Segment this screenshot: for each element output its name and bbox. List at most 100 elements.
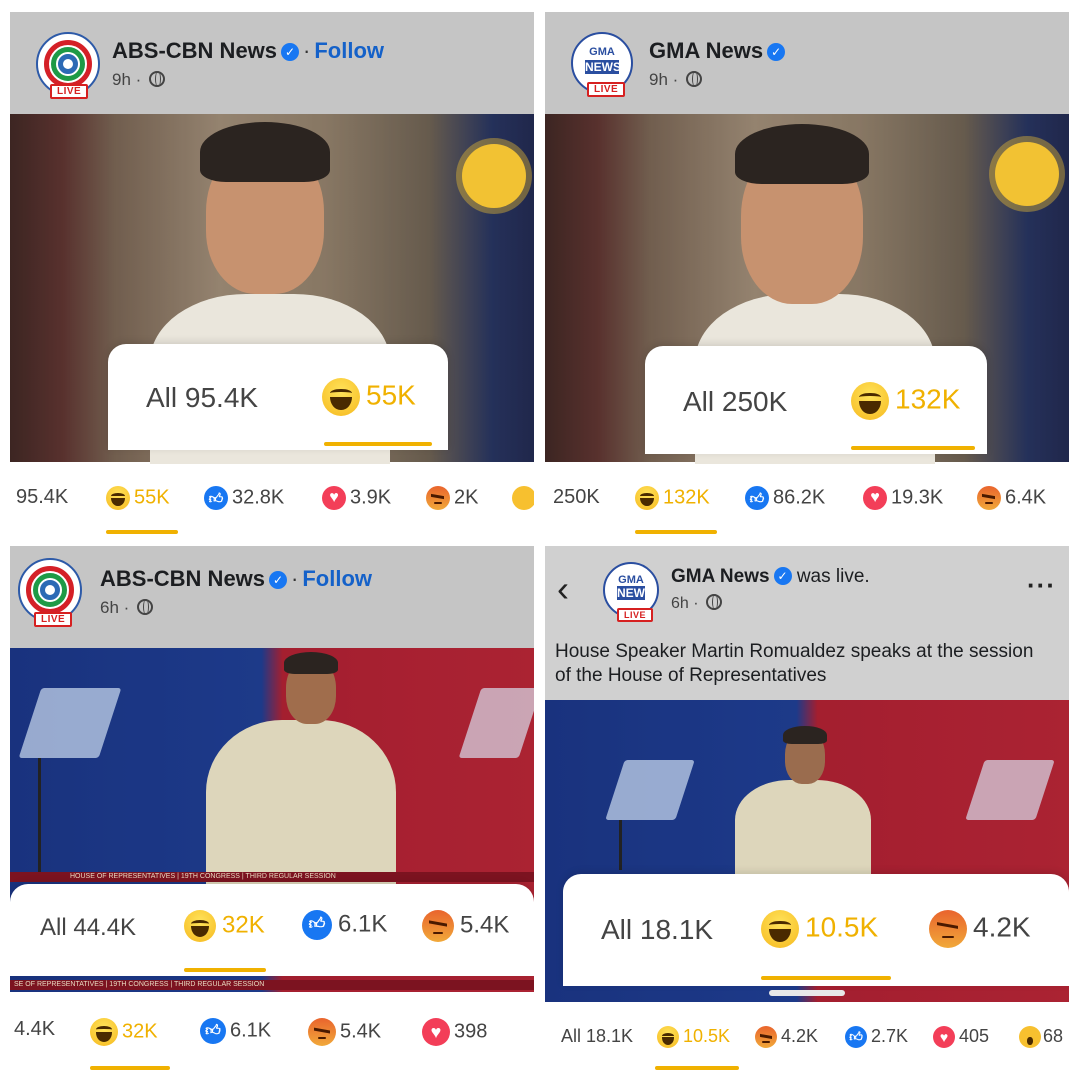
angry-count: 4.2K (781, 1026, 819, 1046)
haha-icon (761, 910, 799, 948)
reaction-haha[interactable]: 10.5K (657, 1026, 731, 1049)
reaction-love[interactable]: 3.9K (322, 486, 391, 510)
selected-tab-underline (655, 1066, 739, 1070)
reaction-tab-all[interactable]: All 250K (683, 386, 787, 418)
post-header: ‹ GMA NEWS LIVE GMA News ✓ was live. 6h ·… (545, 546, 1069, 700)
reaction-tab-angry[interactable]: 5.4K (422, 910, 509, 942)
reaction-angry[interactable]: 4.2K (755, 1026, 819, 1049)
haha-count: 10.5K (805, 911, 879, 943)
page-name[interactable]: GMA News ✓ (649, 38, 786, 64)
reaction-tab-haha[interactable]: 10.5K (761, 910, 878, 948)
reaction-love[interactable]: 405 (933, 1026, 989, 1049)
angry-icon (977, 486, 1001, 510)
post-time[interactable]: 9h (649, 70, 668, 89)
page-name[interactable]: GMA News ✓ was live. (671, 566, 870, 588)
reaction-tab-haha[interactable]: 132K (851, 382, 960, 420)
live-badge: LIVE (34, 612, 73, 627)
reaction-summary-card: All 250K 132K (645, 346, 987, 454)
reaction-tab-haha[interactable]: 55K (322, 378, 416, 416)
haha-count: 55K (366, 379, 416, 411)
logo-text: NEWS (617, 586, 653, 600)
reaction-like[interactable]: 👍︎ 32.8K (204, 486, 284, 510)
page-name[interactable]: ABS-CBN News ✓ · Follow (100, 566, 372, 592)
reaction-tab-all[interactable]: All 44.4K (40, 914, 136, 942)
angry-count: 5.4K (340, 1020, 382, 1043)
haha-icon (322, 378, 360, 416)
follow-button[interactable]: Follow (314, 38, 384, 63)
post-meta: 6h · (671, 594, 723, 613)
reaction-like[interactable]: 👍︎ 86.2K (745, 486, 825, 510)
reaction-tab-haha[interactable]: 32K (184, 910, 265, 942)
flag-sun (995, 142, 1059, 206)
reaction-like[interactable]: 👍︎ 6.1K (200, 1018, 271, 1044)
page-name-text[interactable]: GMA News (671, 566, 770, 587)
reaction-wow[interactable]: 68 (1019, 1026, 1064, 1049)
video-player[interactable]: HOUSE OF REPRESENTATIVES | 19TH CONGRESS… (10, 648, 534, 992)
globe-icon (706, 594, 723, 610)
reaction-strip: 250K 132K 👍︎86.2K 19.3K 6.4K (545, 486, 1069, 534)
reaction-haha[interactable]: 132K (635, 486, 710, 510)
more-icon[interactable]: ··· (1027, 570, 1056, 601)
page-name-text[interactable]: ABS-CBN News (100, 566, 265, 591)
haha-count: 132K (663, 486, 710, 509)
post-panel-gma-1: GMA NEWS LIVE GMA News ✓ 9h · All 250K 13… (545, 12, 1069, 534)
reaction-total[interactable]: 4.4K (14, 1018, 55, 1041)
reaction-total[interactable]: 95.4K (16, 486, 68, 509)
haha-icon (635, 486, 659, 510)
haha-count: 10.5K (683, 1026, 731, 1046)
like-count: 2.7K (871, 1026, 909, 1046)
back-icon[interactable]: ‹ (557, 568, 569, 610)
live-badge: LIVE (587, 82, 626, 97)
post-panel-gma-2: ‹ GMA NEWS LIVE GMA News ✓ was live. 6h ·… (545, 546, 1069, 1072)
reaction-love[interactable]: 398 (422, 1018, 487, 1046)
selected-tab-underline (106, 530, 178, 534)
angry-icon (426, 486, 450, 510)
post-time[interactable]: 6h (671, 595, 689, 612)
reaction-total[interactable]: 250K (553, 486, 600, 509)
page-name[interactable]: ABS-CBN News ✓ · Follow (112, 38, 384, 64)
reaction-summary-card: All 44.4K 32K 👍︎ 6.1K 5.4K (10, 884, 534, 976)
post-time[interactable]: 9h (112, 70, 131, 89)
reaction-care[interactable] (512, 486, 534, 510)
page-name-text[interactable]: ABS-CBN News (112, 38, 277, 63)
reaction-angry[interactable]: 6.4K (977, 486, 1046, 510)
reaction-like[interactable]: 👍︎ 2.7K (845, 1026, 909, 1049)
video-player[interactable]: All 95.4K 55K (10, 114, 534, 464)
globe-icon (686, 71, 703, 87)
globe-icon (137, 599, 154, 615)
wow-count: 68 (1043, 1026, 1064, 1046)
like-icon: 👍︎ (204, 486, 228, 510)
love-icon (422, 1018, 450, 1046)
reaction-tab-angry[interactable]: 4.2K (929, 910, 1031, 948)
reaction-total[interactable]: All 18.1K (561, 1026, 633, 1047)
follow-button[interactable]: Follow (302, 566, 372, 591)
reaction-tab-all[interactable]: All 18.1K (601, 914, 713, 946)
reaction-tab-all[interactable]: All 95.4K (146, 382, 258, 414)
angry-count: 6.4K (1005, 486, 1047, 509)
post-time[interactable]: 6h (100, 598, 119, 617)
drag-handle[interactable] (769, 990, 845, 996)
haha-icon (106, 486, 130, 510)
globe-icon (149, 71, 166, 87)
love-icon (933, 1026, 955, 1049)
reaction-love[interactable]: 19.3K (863, 486, 943, 510)
post-header: LIVE ABS-CBN News ✓ · Follow 6h · (10, 546, 534, 648)
like-count: 32.8K (232, 486, 285, 509)
haha-count: 55K (134, 486, 170, 509)
reaction-strip: 95.4K 55K 👍︎32.8K 3.9K 2K (10, 486, 534, 534)
post-meta: 6h · (100, 598, 154, 618)
verified-badge-icon: ✓ (281, 43, 300, 61)
video-player[interactable]: All 250K 132K (545, 114, 1069, 464)
like-icon: 👍︎ (745, 486, 769, 510)
reaction-strip: All 18.1K 10.5K 4.2K 👍︎2.7K 405 68 (545, 1026, 1069, 1072)
page-name-text[interactable]: GMA News (649, 38, 763, 63)
person-hair (735, 124, 869, 184)
selected-tab-underline (184, 968, 266, 972)
reaction-haha[interactable]: 55K (106, 486, 170, 510)
reaction-tab-like[interactable]: 👍︎ 6.1K (302, 910, 387, 940)
reaction-angry[interactable]: 5.4K (308, 1018, 381, 1046)
care-icon (512, 486, 534, 510)
reaction-angry[interactable]: 2K (426, 486, 478, 510)
reaction-haha[interactable]: 32K (90, 1018, 158, 1046)
video-player[interactable]: All 18.1K 10.5K 4.2K (545, 700, 1069, 1002)
